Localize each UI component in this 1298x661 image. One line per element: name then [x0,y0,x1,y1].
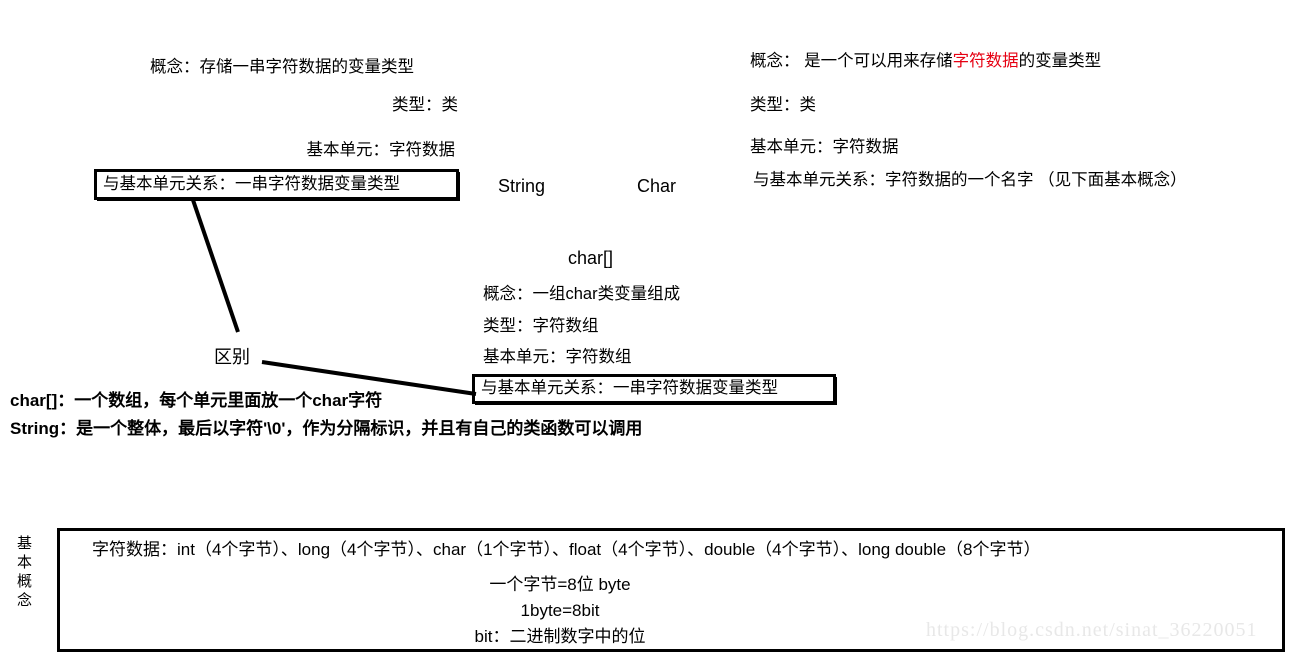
basic-concept-side-label: 基本概念 [15,535,32,611]
basic-concept-box: 字符数据：int（4个字节）、long（4个字节）、char（1个字节）、flo… [57,528,1285,652]
char-array-type-text: 类型：字符数组 [483,317,599,335]
string-relation-box: 与基本单元关系：一串字符数据变量类型 [95,170,458,199]
node-title-difference: 区别 [214,347,250,367]
char-type-text: 类型：类 [750,96,816,114]
char-concept-suffix: 的变量类型 [1018,52,1102,70]
connector-string-to-difference [191,199,240,333]
node-title-char: Char [637,176,677,196]
diagram-canvas: 概念：存储一串字符数据的变量类型 类型：类 基本单元：字符数据 与基本单元关系：… [0,0,1298,661]
basic-concept-line-4: bit：二进制数字中的位 [474,627,646,646]
char-array-relation-box: 与基本单元关系：一串字符数据变量类型 [473,375,835,403]
string-relation-text: 与基本单元关系：一串字符数据变量类型 [103,174,400,193]
char-basic-unit-text: 基本单元：字符数据 [750,138,899,156]
char-array-basic-unit-text: 基本单元：字符数组 [483,348,632,366]
char-array-concept-text: 概念：一组char类变量组成 [483,285,681,303]
node-title-char-array: char[] [568,248,614,268]
node-title-string: String [498,176,546,196]
char-array-relation-text: 与基本单元关系：一串字符数据变量类型 [481,379,778,398]
difference-note-line-2: String：是一个整体，最后以字符'\0'，作为分隔标识，并且有自己的类函数可… [10,419,643,438]
basic-concept-line-3: 1byte=8bit [520,601,600,620]
string-type-text: 类型：类 [392,96,458,114]
basic-concept-line-2: 一个字节=8位 byte [489,575,631,594]
char-concept-text: 概念： 是一个可以用来存储字符数据的变量类型 [750,52,1101,72]
char-concept-prefix: 概念： 是一个可以用来存储 [750,52,953,70]
string-concept-text: 概念：存储一串字符数据的变量类型 [150,58,414,76]
string-basic-unit-text: 基本单元：字符数据 [306,141,456,159]
basic-concept-line-1: 字符数据：int（4个字节）、long（4个字节）、char（1个字节）、flo… [92,540,1041,559]
char-relation-text: 与基本单元关系：字符数据的一个名字 （见下面基本概念） [753,171,1187,189]
difference-note-line-1: char[]：一个数组，每个单元里面放一个char字符 [10,391,383,410]
char-concept-highlight: 字符数据 [952,52,1019,70]
connector-difference-to-char-array [261,360,477,396]
watermark-text: https://blog.csdn.net/sinat_36220051 [926,619,1258,641]
